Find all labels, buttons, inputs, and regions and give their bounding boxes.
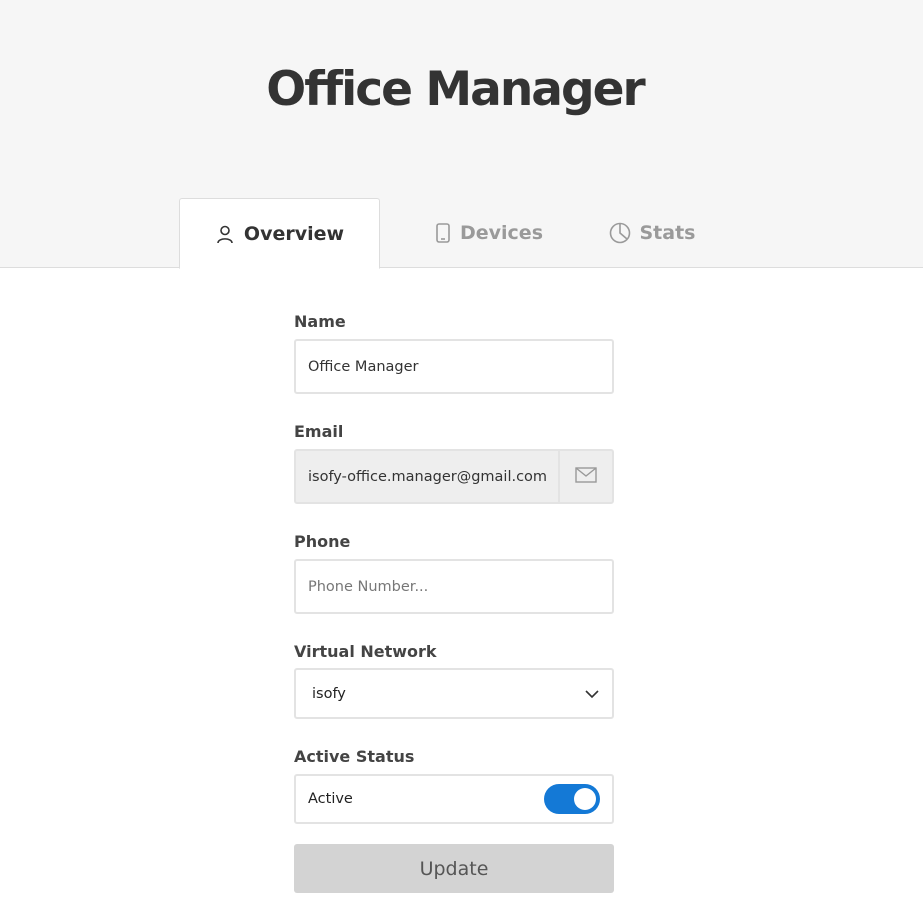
tab-overview-label: Overview [243,222,345,245]
chevron-down-icon [572,689,612,699]
phone-label: Phone [294,532,351,551]
tab-stats-label: Stats [639,222,696,244]
network-selected-value: isofy [312,685,346,702]
email-input [296,451,558,502]
update-button[interactable]: Update [294,844,614,893]
network-label: Virtual Network [294,642,437,661]
page-header: Office Manager Overview Devices Stats [0,0,923,269]
tab-devices-label: Devices [459,222,543,244]
status-value: Active [308,791,353,807]
envelope-icon [575,466,597,487]
name-input[interactable] [296,341,612,392]
user-icon [215,224,235,244]
name-field-wrapper [294,339,614,394]
phone-icon [435,223,451,243]
status-field-wrapper: Active [294,774,614,824]
network-select[interactable]: isofy [294,668,614,719]
tab-stats[interactable]: Stats [581,198,723,268]
phone-field-wrapper [294,559,614,614]
tab-overview[interactable]: Overview [179,198,380,269]
page-title: Office Manager [266,62,645,117]
tab-devices[interactable]: Devices [397,198,581,268]
email-field-wrapper [294,449,614,504]
active-toggle[interactable] [544,784,600,814]
phone-input[interactable] [296,561,612,612]
toggle-knob [574,788,596,810]
email-addon [558,451,612,502]
email-label: Email [294,422,344,441]
name-label: Name [294,312,346,331]
status-label: Active Status [294,747,415,766]
pie-chart-icon [609,222,631,244]
